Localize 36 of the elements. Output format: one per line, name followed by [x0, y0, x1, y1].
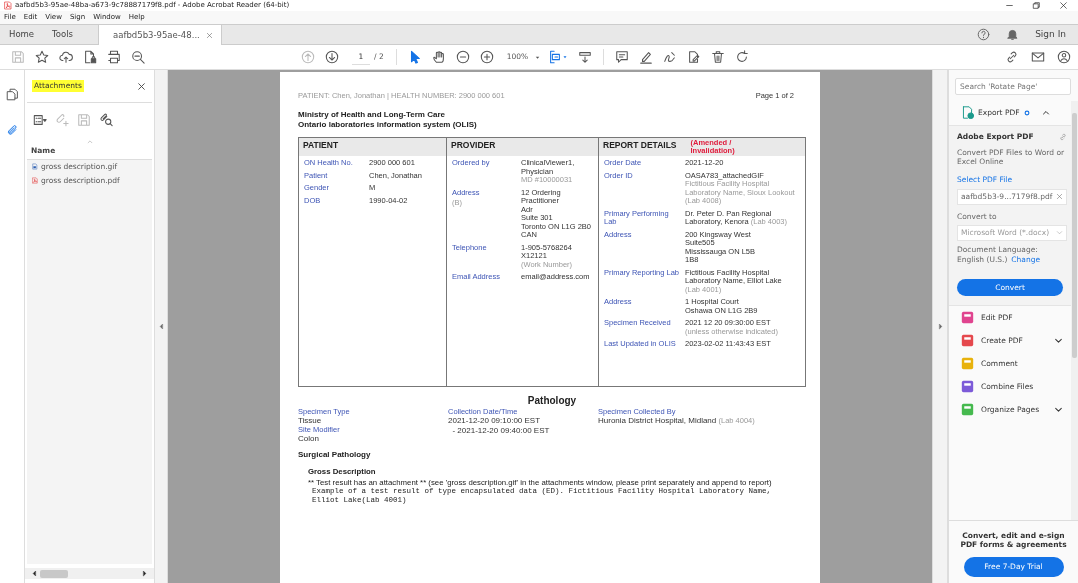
horizontal-scrollbar[interactable]	[25, 568, 154, 579]
close-icon	[1059, 1, 1068, 10]
restore-icon	[1032, 1, 1041, 10]
help-icon	[977, 28, 991, 41]
document-title: Ontario laboratories information system (OLIS)	[298, 119, 478, 130]
pdf-file-icon	[4, 1, 12, 10]
tab[interactable]: Home	[0, 25, 44, 44]
vertical-scrollbar[interactable]	[1071, 101, 1078, 520]
ring-icon	[1023, 109, 1030, 116]
field-value: Tissue	[298, 416, 323, 427]
collapse-right-icon[interactable]	[936, 322, 944, 331]
section-title: PATIENT	[303, 139, 339, 152]
section-heading: Pathology	[526, 394, 578, 409]
document-title: Ministry of Health and Long-Term Care	[298, 110, 446, 120]
image-file-icon	[32, 163, 38, 171]
tab[interactable]: aafbd5b3-95ae-48...	[98, 25, 222, 45]
bell-icon	[1006, 28, 1020, 41]
sort-icon	[85, 139, 94, 145]
close-icon	[137, 82, 146, 91]
pdf-file-icon	[32, 176, 38, 184]
field-value: Colon	[298, 434, 320, 445]
sign-in-button[interactable]: Sign In	[1035, 27, 1066, 42]
chevron-down-icon	[1056, 229, 1063, 237]
scroll-thumb[interactable]	[1072, 113, 1077, 358]
scroll-left-icon[interactable]	[31, 570, 38, 577]
field-value: 2021-12-20 09:10:00 EST - 2021-12-20 09:40:00 EST	[448, 416, 551, 437]
close-icon	[205, 31, 213, 39]
section-heading: Surgical Pathology	[298, 449, 372, 462]
scroll-thumb[interactable]	[40, 569, 68, 578]
collapse-left-icon[interactable]	[157, 322, 165, 331]
scroll-right-icon[interactable]	[141, 570, 148, 577]
tab[interactable]: Tools	[43, 25, 83, 44]
chevron-icon	[1041, 108, 1050, 117]
section-title: REPORT DETAILS	[603, 139, 677, 152]
export-file-icon	[961, 106, 974, 119]
section-title: PROVIDER	[451, 139, 496, 152]
